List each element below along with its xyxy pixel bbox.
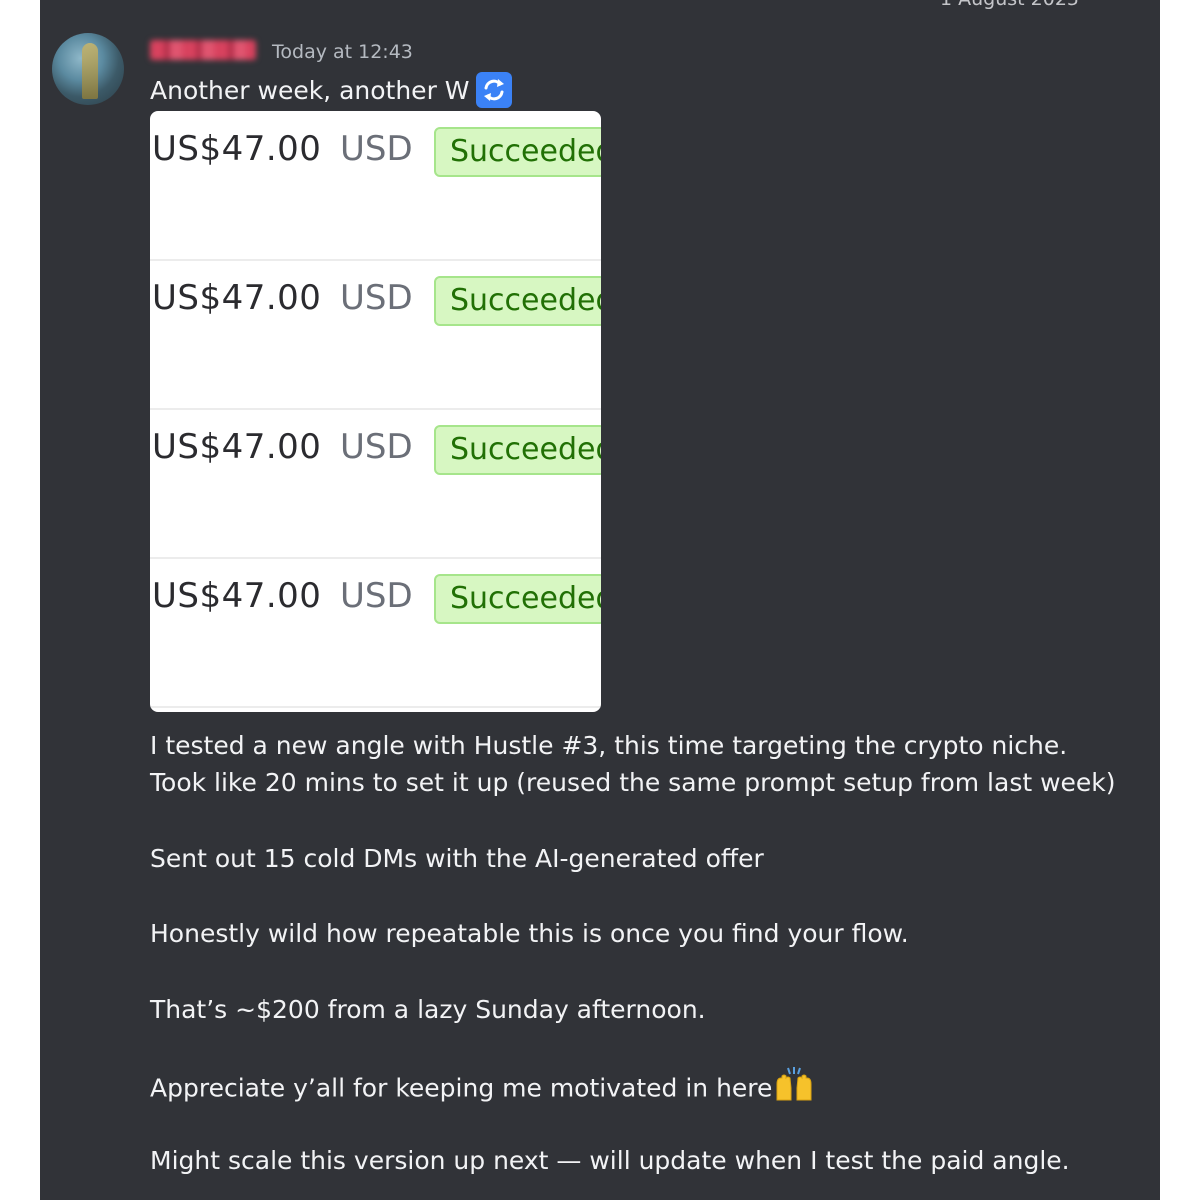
message-paragraph: Honestly wild how repeatable this is onc… <box>150 919 909 948</box>
status-badge-label: Succeeded <box>450 581 601 616</box>
message-first-line-text: Another week, another W <box>150 75 470 105</box>
status-badge-label: Succeeded <box>450 134 601 169</box>
avatar[interactable] <box>52 33 124 105</box>
status-badge-label: Succeeded <box>450 432 601 467</box>
payment-amount: US$47.00 <box>152 278 322 318</box>
message-paragraph: I tested a new angle with Hustle #3, thi… <box>150 731 1068 760</box>
chat-panel: 1 August 2025 Today at 12:43 Another wee… <box>40 0 1160 1200</box>
payment-currency: USD <box>340 576 413 616</box>
payment-screenshot-attachment[interactable]: US$47.00 USD Succeeded US$47.00 USD Succ… <box>150 111 601 712</box>
status-badge-label: Succeeded <box>450 283 601 318</box>
repeat-button-emoji-icon <box>475 72 512 108</box>
payment-row: US$47.00 USD Succeeded <box>150 111 601 261</box>
status-badge: Succeeded <box>434 574 601 624</box>
payment-amount: US$47.00 <box>152 129 322 169</box>
status-badge: Succeeded <box>434 425 601 475</box>
message-paragraph: Appreciate y’all for keeping me motivate… <box>150 1073 773 1103</box>
payment-currency: USD <box>340 129 413 169</box>
message-paragraph: Took like 20 mins to set it up (reused t… <box>150 768 1116 797</box>
payment-currency: USD <box>340 278 413 318</box>
username-redacted[interactable] <box>150 40 256 60</box>
date-divider: 1 August 2025 <box>940 0 1079 10</box>
message-paragraph: That’s ~$200 from a lazy Sunday afternoo… <box>150 995 706 1024</box>
payment-row: US$47.00 USD Succeeded <box>150 260 601 410</box>
message-paragraph: Might scale this version up next — will … <box>150 1146 1070 1175</box>
payment-amount: US$47.00 <box>152 427 322 467</box>
message-timestamp[interactable]: Today at 12:43 <box>272 41 413 63</box>
message-paragraph: Sent out 15 cold DMs with the AI-generat… <box>150 844 764 873</box>
avatar-figure <box>82 43 98 99</box>
payment-row: US$47.00 USD Succeeded <box>150 558 601 708</box>
status-badge: Succeeded <box>434 276 601 326</box>
payment-currency: USD <box>340 427 413 467</box>
raising-hands-emoji-icon <box>774 1066 814 1113</box>
message-first-line: Another week, another W <box>150 72 512 108</box>
payment-amount: US$47.00 <box>152 576 322 616</box>
payment-row: US$47.00 USD Succeeded <box>150 409 601 559</box>
message-paragraph-with-emoji: Appreciate y’all for keeping me motivate… <box>150 1066 814 1113</box>
status-badge: Succeeded <box>434 127 601 177</box>
